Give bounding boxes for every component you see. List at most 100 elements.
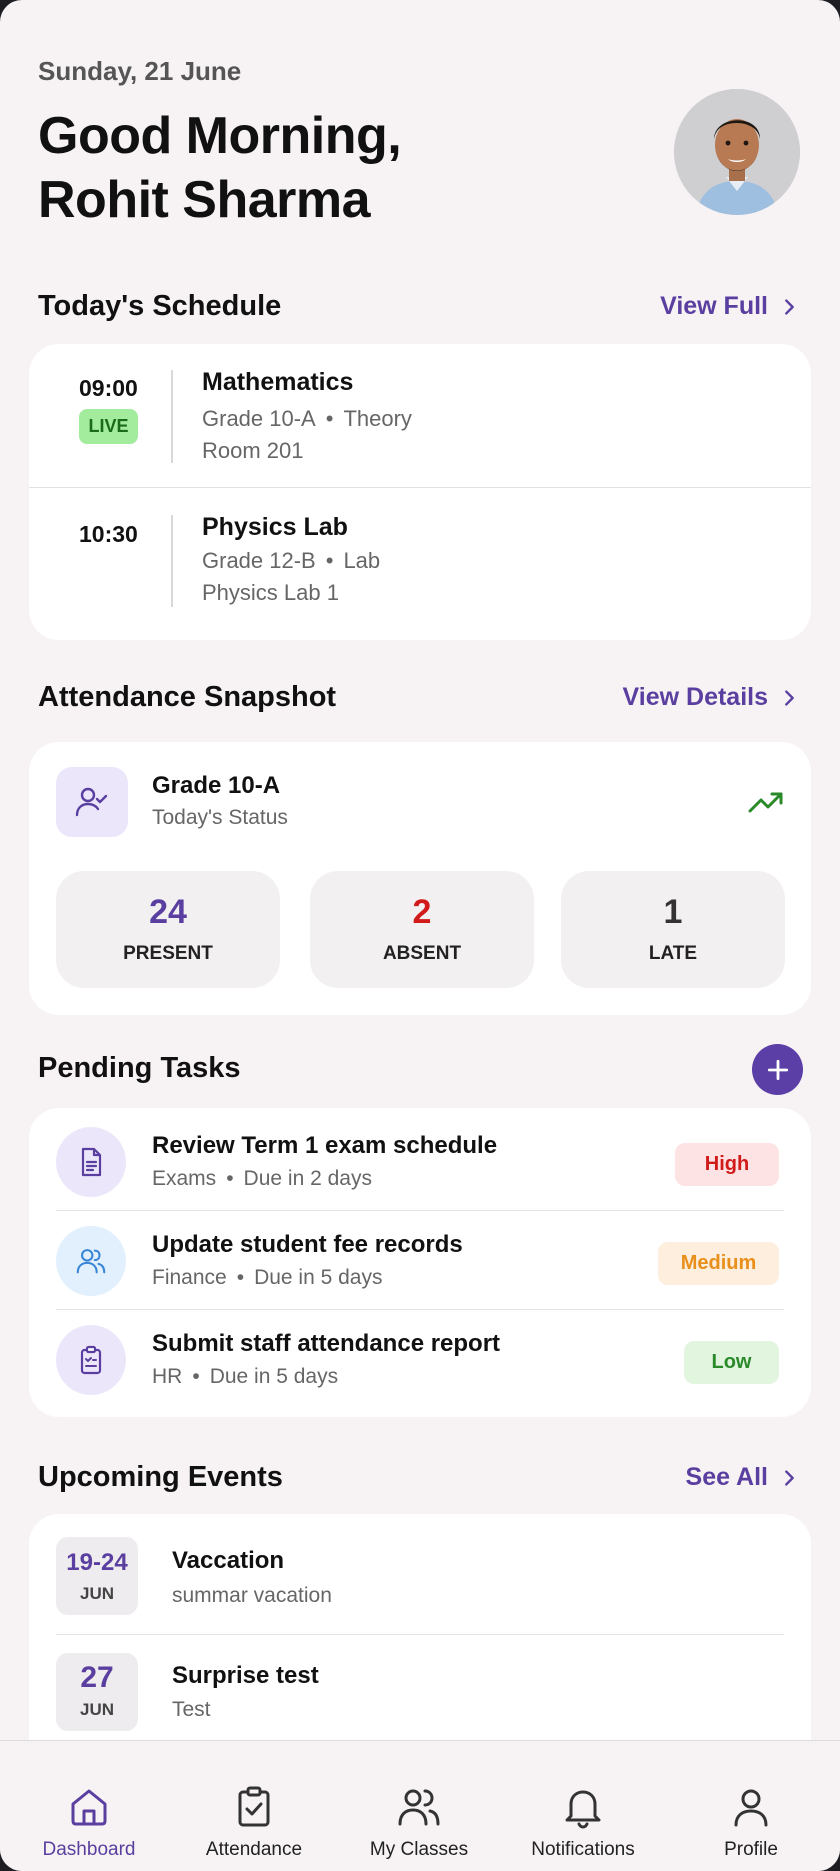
nav-label: Notifications [531, 1839, 635, 1860]
date-label: Sunday, 21 June [38, 56, 242, 86]
tasks-section-title: Pending Tasks [38, 1052, 241, 1084]
users-icon [76, 1249, 106, 1274]
separator-dot: • [192, 1365, 200, 1388]
clipboard-icon [80, 1345, 102, 1375]
task-meta: HR • Due in 5 days [152, 1365, 338, 1389]
attendance-status-label: Today's Status [152, 806, 288, 829]
task-icon-box [56, 1325, 126, 1395]
chevron-right-icon [785, 1469, 794, 1486]
schedule-card: 09:00 LIVE Mathematics Grade 10-A • Theory… [29, 344, 811, 640]
schedule-meta: Grade 12-B • Lab [202, 548, 380, 574]
clipboard-check-icon [238, 1786, 270, 1827]
greeting-line-1: Good Morning, [38, 107, 402, 165]
schedule-room: Physics Lab 1 [202, 580, 339, 605]
event-date-box: 19-24 JUN [56, 1537, 138, 1615]
users-icon [398, 1789, 440, 1826]
greeting: Good Morning, Rohit Sharma [38, 104, 402, 232]
add-task-button[interactable] [752, 1044, 803, 1095]
schedule-type: Lab [343, 548, 381, 573]
event-date-box: 27 JUN [56, 1653, 138, 1731]
avatar[interactable] [674, 89, 800, 215]
schedule-section-title: Today's Schedule [38, 290, 282, 322]
stat-label: ABSENT [382, 943, 462, 964]
task-item[interactable]: Review Term 1 exam schedule Exams • Due in… [29, 1110, 811, 1208]
stat-value: 2 [412, 893, 432, 931]
task-due: Due in 5 days [254, 1266, 383, 1289]
user-check-icon [75, 787, 108, 817]
nav-dashboard[interactable]: Dashboard [10, 1741, 168, 1871]
event-separator [56, 1634, 784, 1635]
see-all-label: See All [685, 1463, 768, 1491]
document-icon [81, 1147, 102, 1177]
app-screen: Sunday, 21 June Good Morning, Rohit Shar… [0, 0, 840, 1871]
nav-label: Attendance [205, 1839, 303, 1860]
schedule-type: Theory [343, 406, 412, 431]
schedule-divider [171, 370, 173, 463]
tasks-card: Review Term 1 exam schedule Exams • Due in… [29, 1108, 811, 1417]
event-month: JUN [79, 1700, 114, 1719]
home-icon [71, 1789, 107, 1826]
separator-dot: • [226, 1167, 234, 1190]
stat-absent: 2 ABSENT [310, 871, 534, 988]
stat-value: 1 [663, 893, 683, 931]
event-title[interactable]: Vaccation [172, 1547, 284, 1575]
task-icon-box [56, 1127, 126, 1197]
nav-attendance[interactable]: Attendance [184, 1741, 324, 1871]
nav-label: My Classes [369, 1839, 469, 1860]
task-category: HR [152, 1365, 183, 1388]
task-item[interactable]: Update student fee records Finance • Due i… [29, 1209, 811, 1307]
task-item[interactable]: Submit staff attendance report HR • Due in… [29, 1308, 811, 1406]
task-due: Due in 2 days [243, 1167, 372, 1190]
view-details-label: View Details [622, 683, 768, 711]
see-all-link[interactable]: See All [686, 1463, 800, 1492]
task-icon-box [56, 1226, 126, 1296]
trending-up-icon [748, 792, 783, 813]
avatar-image [674, 89, 800, 215]
greeting-user-name: Rohit Sharma [38, 171, 371, 229]
task-meta: Exams • Due in 2 days [152, 1167, 372, 1191]
schedule-grade: Grade 10-A [202, 406, 316, 431]
schedule-subject: Physics Lab [202, 513, 348, 541]
schedule-item[interactable]: 09:00 LIVE Mathematics Grade 10-A • Theory… [29, 344, 811, 487]
schedule-divider [171, 515, 173, 607]
task-title: Submit staff attendance report [152, 1330, 501, 1357]
separator-dot: • [236, 1266, 245, 1289]
nav-my-classes[interactable]: My Classes [350, 1741, 488, 1871]
attendance-icon-box [56, 767, 128, 837]
schedule-time: 09:00 [79, 375, 138, 401]
nav-notifications[interactable]: Notifications [508, 1741, 658, 1871]
schedule-item[interactable]: 10:30 Physics Lab Grade 12-B • Lab Physics… [29, 488, 811, 640]
priority-badge: High [675, 1143, 779, 1186]
nav-profile[interactable]: Profile [690, 1741, 812, 1871]
schedule-grade: Grade 12-B [202, 548, 316, 573]
bottom-nav: Dashboard Attendance My Classes Notifica… [0, 1740, 840, 1871]
view-full-link[interactable]: View Full [660, 292, 800, 321]
nav-label: Profile [724, 1839, 778, 1860]
plus-icon [767, 1059, 788, 1080]
event-subtitle: Test [172, 1698, 211, 1721]
events-card: 19-24 JUN Vaccation summar vacation 27 J… [29, 1514, 811, 1740]
task-title: Update student fee records [152, 1231, 463, 1258]
event-day: 27 [80, 1661, 114, 1694]
chevron-right-icon [785, 298, 794, 315]
schedule-meta: Grade 10-A • Theory [202, 406, 412, 432]
schedule-subject: Mathematics [202, 368, 354, 396]
bell-icon [565, 1790, 601, 1829]
event-title[interactable]: Surprise test [172, 1662, 319, 1690]
main-content: Sunday, 21 June Good Morning, Rohit Shar… [0, 0, 840, 1740]
view-details-link[interactable]: View Details [623, 683, 800, 712]
task-meta: Finance • Due in 5 days [152, 1266, 383, 1290]
event-subtitle: summar vacation [172, 1584, 332, 1607]
stat-present: 24 PRESENT [56, 871, 280, 988]
view-full-label: View Full [660, 292, 768, 320]
event-month: JUN [79, 1584, 114, 1603]
stat-value: 24 [149, 893, 187, 931]
person-icon [734, 1789, 768, 1827]
nav-label: Dashboard [42, 1839, 136, 1860]
attendance-card[interactable]: Grade 10-A Today's Status 24 PRESENT 2 A… [29, 742, 811, 1015]
schedule-time: 10:30 [79, 521, 138, 547]
attendance-section-title: Attendance Snapshot [38, 681, 337, 713]
attendance-class: Grade 10-A [152, 772, 281, 799]
event-day: 19-24 [66, 1549, 128, 1576]
events-section-title: Upcoming Events [38, 1461, 283, 1493]
